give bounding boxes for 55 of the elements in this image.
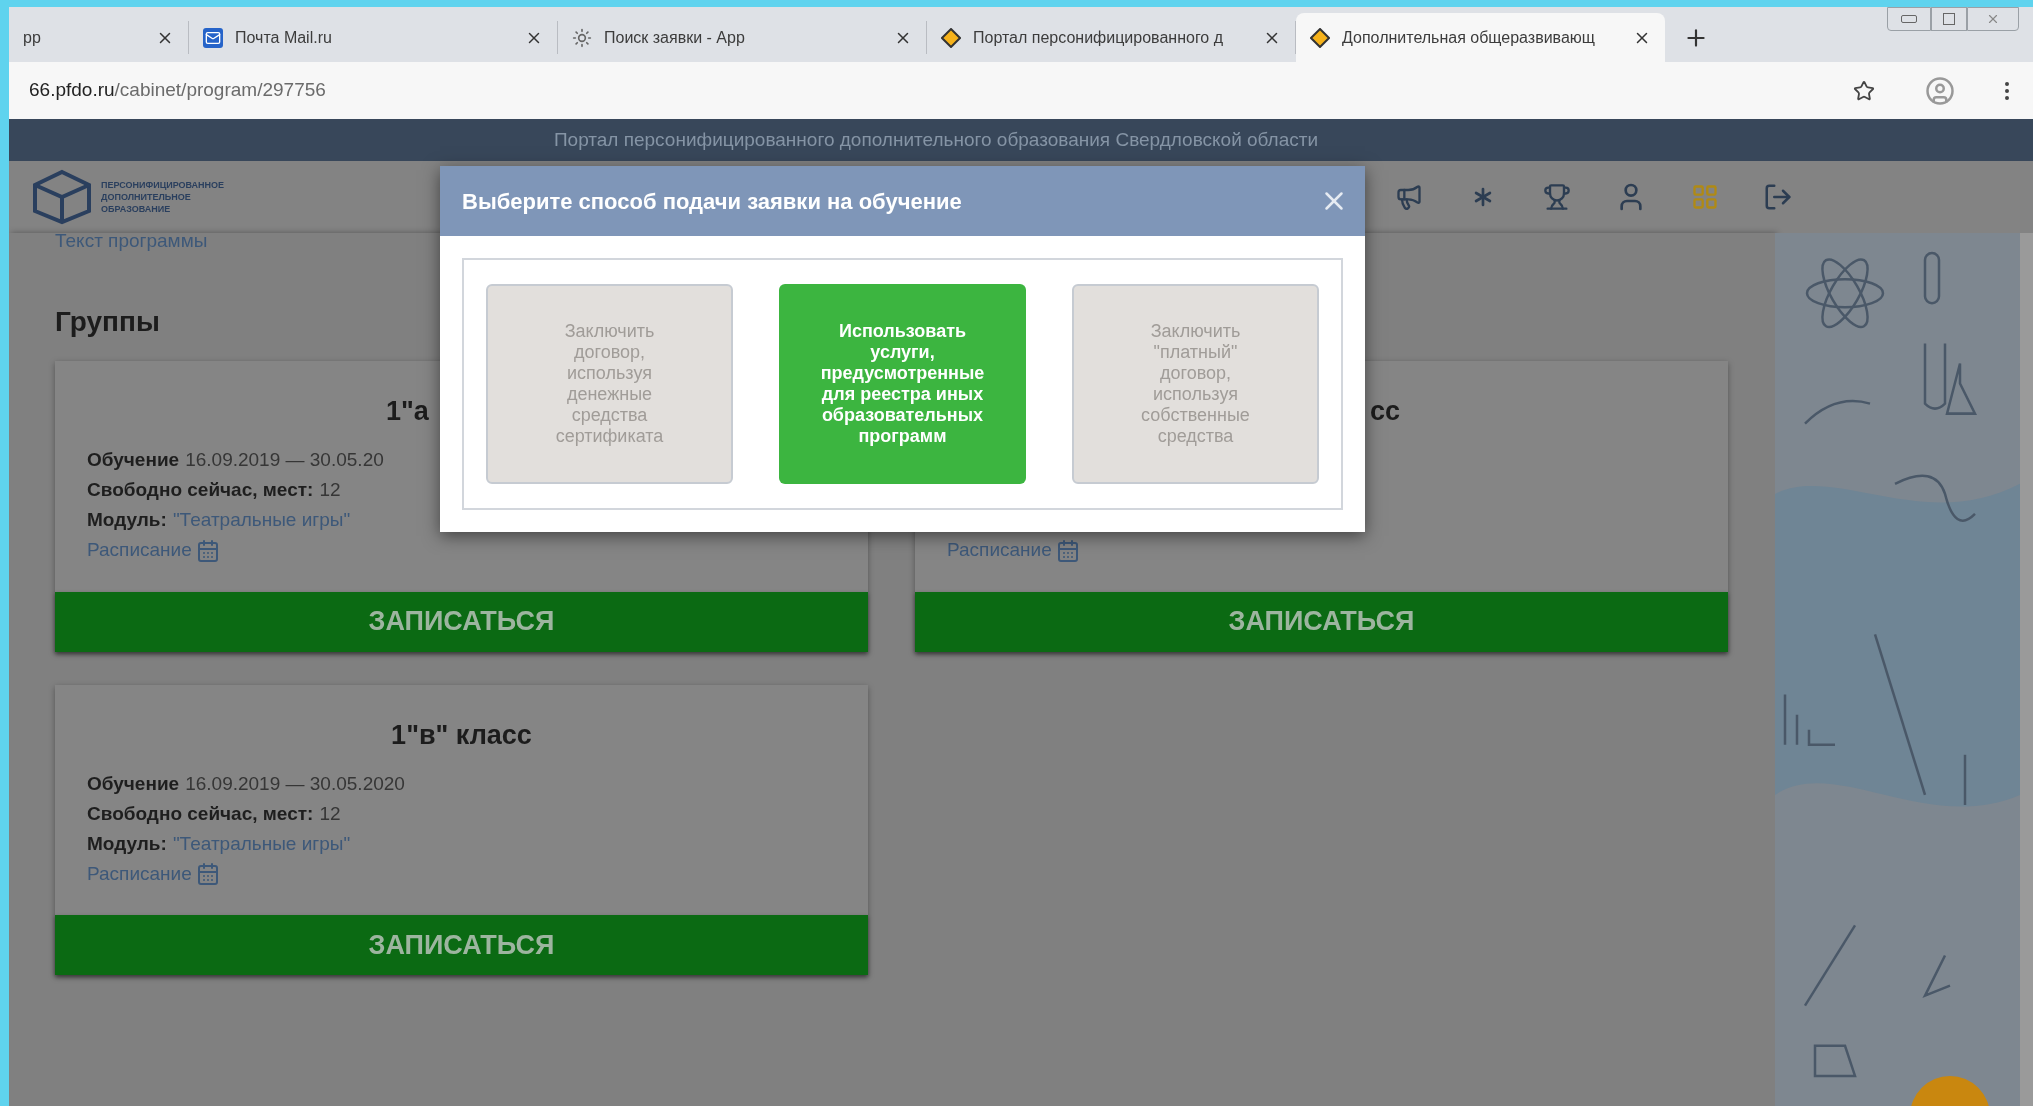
field-label: Обучение: [87, 448, 180, 473]
enroll-button[interactable]: ЗАПИСАТЬСЯ: [55, 915, 868, 975]
field-label: Обучение: [87, 771, 180, 796]
field-label: Свободно сейчас, мест:: [87, 478, 314, 503]
megaphone-icon[interactable]: [1395, 183, 1423, 211]
minimize-button[interactable]: [1887, 7, 1931, 31]
field-value: 16.09.2019 — 30.05.2020: [185, 771, 405, 796]
group-title: сс: [1370, 396, 1401, 426]
logo-text: ПЕРСОНИФИЦИРОВАННОЕ ДОПОЛНИТЕЛЬНОЕ ОБРАЗОВАНИЕ: [101, 179, 225, 215]
tab-title: Дополнительная общеразвивающ: [1342, 27, 1596, 48]
logo-icon: [31, 169, 93, 225]
restore-button[interactable]: [1931, 7, 1967, 31]
module-link[interactable]: "Театральные игры": [172, 506, 351, 535]
logout-icon[interactable]: [1763, 182, 1793, 212]
tab-title: Почта Mail.ru: [235, 27, 333, 48]
field-value: 12: [319, 478, 341, 503]
trophy-icon[interactable]: [1543, 183, 1571, 211]
browser-tab[interactable]: Дополнительная общеразвивающ: [1296, 13, 1665, 62]
groups-heading: Группы: [55, 305, 160, 339]
browser-tab[interactable]: Поиск заявки - App: [558, 21, 927, 54]
enroll-button[interactable]: ЗАПИСАТЬСЯ: [55, 591, 868, 652]
calendar-icon[interactable]: [1055, 538, 1080, 563]
browser-tab[interactable]: Почта Mail.ru: [189, 21, 558, 54]
diamond-icon: [1310, 27, 1330, 48]
tab-title: pp: [23, 27, 42, 48]
field-value: 16.09.2019 — 30.05.20: [185, 448, 384, 473]
field-label: Модуль:: [87, 508, 167, 533]
enroll-button[interactable]: ЗАПИСАТЬСЯ: [915, 591, 1728, 652]
calendar-icon[interactable]: [195, 862, 220, 886]
bookmark-star-icon[interactable]: [1853, 79, 1875, 102]
portal-banner: Портал персонифицированного дополнительного образования Свердловской области: [9, 119, 2033, 161]
mail-icon: [203, 27, 223, 48]
diamond-icon: [941, 27, 961, 48]
modal-title: Выберите способ подачи заявки на обучение: [462, 187, 963, 216]
field-label: Свободно сейчас, мест:: [87, 801, 314, 826]
window-close-button[interactable]: [1967, 7, 2019, 31]
application-option[interactable]: Использовать услуги, предусмотренные для реестра иных образовательных программ: [779, 284, 1026, 484]
application-option[interactable]: Заключить договор, используя денежные средства сертификата: [486, 284, 733, 484]
scrollbar[interactable]: [2020, 233, 2033, 1106]
browser-tab[interactable]: Портал персонифицированного д: [927, 21, 1296, 54]
field-label: Модуль:: [87, 831, 167, 856]
module-link[interactable]: "Театральные игры": [172, 829, 351, 859]
calendar-icon[interactable]: [195, 538, 220, 563]
application-option[interactable]: Заключить "платный" договор, используя собственные средства: [1072, 284, 1319, 484]
group-title: 1"а: [386, 396, 429, 426]
tab-title: Поиск заявки - App: [604, 27, 746, 48]
field-value: 12: [319, 801, 341, 826]
schedule-link[interactable]: Расписание: [87, 859, 192, 889]
sun-icon: [572, 27, 592, 48]
schedule-link[interactable]: Расписание: [87, 536, 192, 565]
browser-tab[interactable]: pp: [9, 21, 189, 54]
schedule-link[interactable]: Расписание: [947, 536, 1052, 565]
tab-title: Портал персонифицированного д: [973, 27, 1225, 48]
profile-icon[interactable]: [1925, 75, 1955, 106]
group-title: 1"в" класс: [391, 719, 532, 750]
